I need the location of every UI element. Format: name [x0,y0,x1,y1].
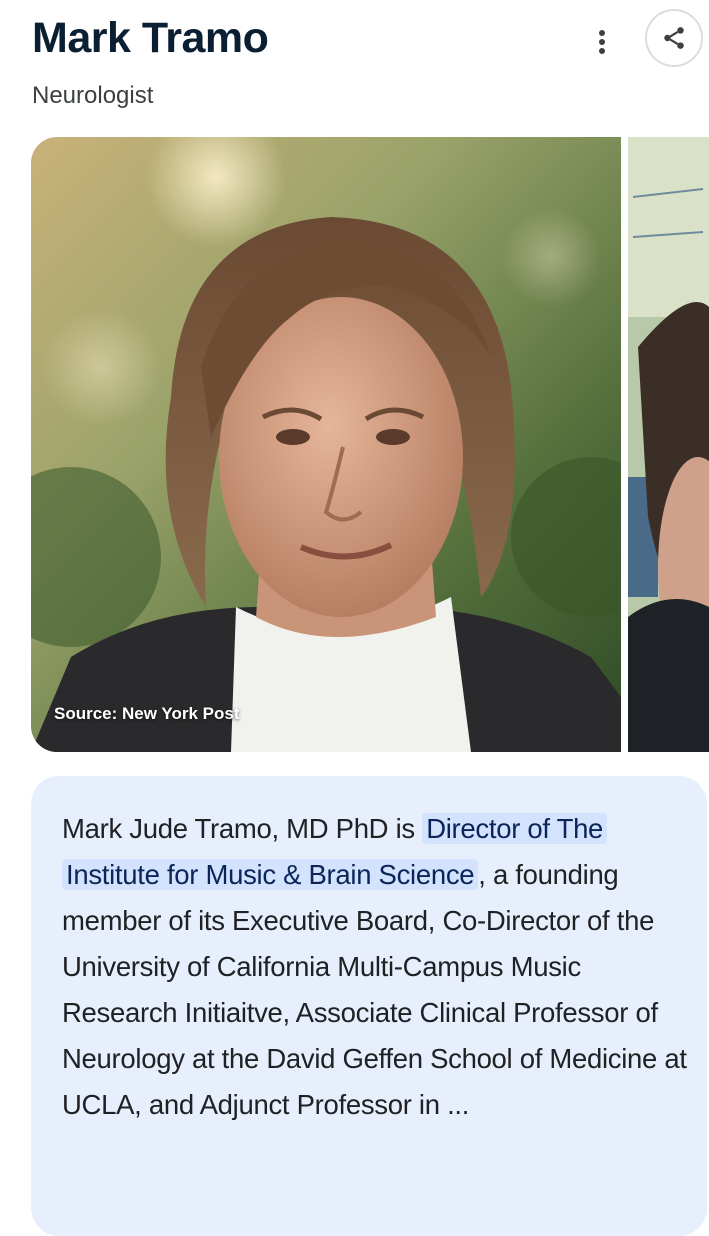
description-suffix: , a founding member of its Executive Boa… [62,859,687,1120]
portrait-image [31,137,621,752]
entity-subtitle: Neurologist [32,82,154,109]
more-vert-icon [599,30,605,54]
share-icon [664,27,684,49]
main-photo[interactable]: Source: New York Post [31,137,621,752]
share-button[interactable] [645,9,703,67]
photo-source-caption: Source: New York Post [54,704,240,723]
description-card: Mark Jude Tramo, MD PhD is Director of T… [31,776,707,1236]
secondary-portrait-image [628,137,709,752]
more-options-button[interactable] [582,22,622,62]
secondary-photo[interactable] [628,137,709,752]
description-text: Mark Jude Tramo, MD PhD is Director of T… [62,806,692,1128]
entity-title: Mark Tramo [32,14,269,62]
description-prefix: Mark Jude Tramo, MD PhD is [62,813,423,844]
